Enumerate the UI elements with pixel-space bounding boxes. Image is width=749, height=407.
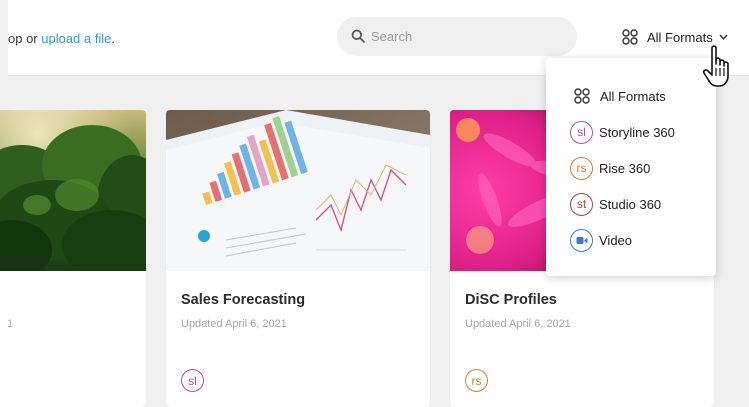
card-updated-date: Updated April 6, 2021	[181, 318, 287, 330]
upload-file-link[interactable]: upload a file	[41, 31, 111, 46]
search-icon	[351, 29, 365, 43]
storyline-badge: sl	[570, 120, 593, 144]
menu-item-storyline-360[interactable]: sl Storyline 360	[570, 120, 675, 144]
forest-image	[0, 110, 146, 271]
charts-paper-image	[166, 110, 430, 271]
menu-item-rise-360[interactable]: rs Rise 360	[570, 156, 650, 180]
menu-item-label: Storyline 360	[599, 124, 675, 140]
card-title: DiSC Profiles	[465, 292, 557, 308]
rise-badge: rs	[570, 156, 593, 180]
search-input[interactable]	[371, 17, 567, 56]
menu-item-video[interactable]: Video	[570, 228, 632, 252]
menu-item-studio-360[interactable]: st Studio 360	[570, 192, 661, 216]
upload-hint-suffix: .	[111, 31, 115, 46]
video-icon	[570, 228, 593, 252]
formats-filter-label: All Formats	[647, 29, 713, 45]
formats-dropdown-menu: All Formats sl Storyline 360 rs Rise 360…	[546, 58, 716, 276]
storyline-badge: sl	[181, 369, 204, 392]
menu-item-all-formats[interactable]: All Formats	[570, 84, 666, 108]
menu-item-label: Rise 360	[599, 160, 651, 176]
card-updated-date: 1	[7, 318, 14, 330]
card-title: Sales Forecasting	[181, 292, 306, 308]
upload-hint-prefix: op or	[8, 31, 42, 46]
card-updated-date: Updated April 6, 2021	[465, 318, 571, 330]
hand-cursor-icon	[702, 45, 729, 87]
course-card[interactable]: 1	[0, 110, 146, 407]
menu-item-label: Studio 360	[599, 196, 662, 212]
studio-badge: st	[570, 192, 593, 216]
menu-item-label: All Formats	[600, 88, 666, 104]
search-box[interactable]	[337, 17, 577, 56]
grid-icon	[570, 84, 594, 108]
course-card[interactable]: Sales Forecasting Updated April 6, 2021 …	[166, 110, 430, 407]
menu-item-label: Video	[599, 232, 633, 248]
chevron-down-icon	[719, 34, 728, 40]
rise-badge: rs	[465, 369, 488, 392]
upload-hint: op or upload a file.	[8, 31, 115, 46]
grid-icon	[622, 29, 638, 45]
